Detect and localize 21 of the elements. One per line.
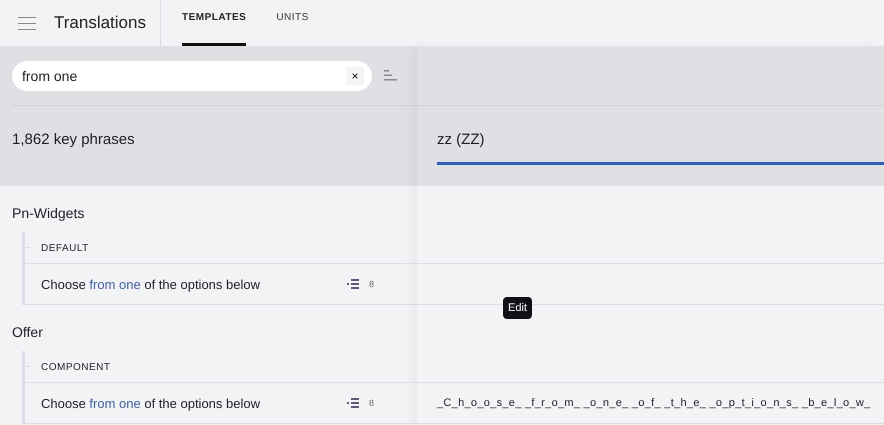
phrase-row[interactable]: Choose from one of the options below 8 xyxy=(25,264,417,305)
search-field[interactable]: from one × xyxy=(12,60,372,90)
list-icon xyxy=(347,398,359,408)
section-name: DEFAULT xyxy=(41,243,89,254)
variant-count: 8 xyxy=(369,398,374,408)
group-name: Pn-Widgets xyxy=(11,204,86,223)
phrase-count: 1,862 key phrases xyxy=(12,131,136,148)
phrase-text: Choose from one of the options below xyxy=(41,396,261,410)
app-title: Translations xyxy=(54,13,146,33)
clear-button[interactable]: × xyxy=(346,66,364,84)
translation-text: _C_h_o_o_s_e_ _f_r_o_m_ _o_n_e_ _o_f_ _t_h_e_ _o_p_t_i_o_n_s_ _b_e_l_o_w_ xyxy=(437,397,871,409)
tab[interactable]: UNITS xyxy=(276,0,309,46)
menu-icon[interactable] xyxy=(18,16,36,30)
section-name: COMPONENT xyxy=(41,362,110,373)
tooltip: Edit xyxy=(503,297,532,319)
sort-icon[interactable] xyxy=(384,70,397,81)
group-name: Offer xyxy=(11,323,44,342)
phrase-text: Choose from one of the options below xyxy=(41,276,261,292)
phrase-row[interactable]: Choose from one of the options below 8 xyxy=(25,383,417,424)
list-icon xyxy=(347,279,359,289)
variant-count: 8 xyxy=(369,279,374,289)
